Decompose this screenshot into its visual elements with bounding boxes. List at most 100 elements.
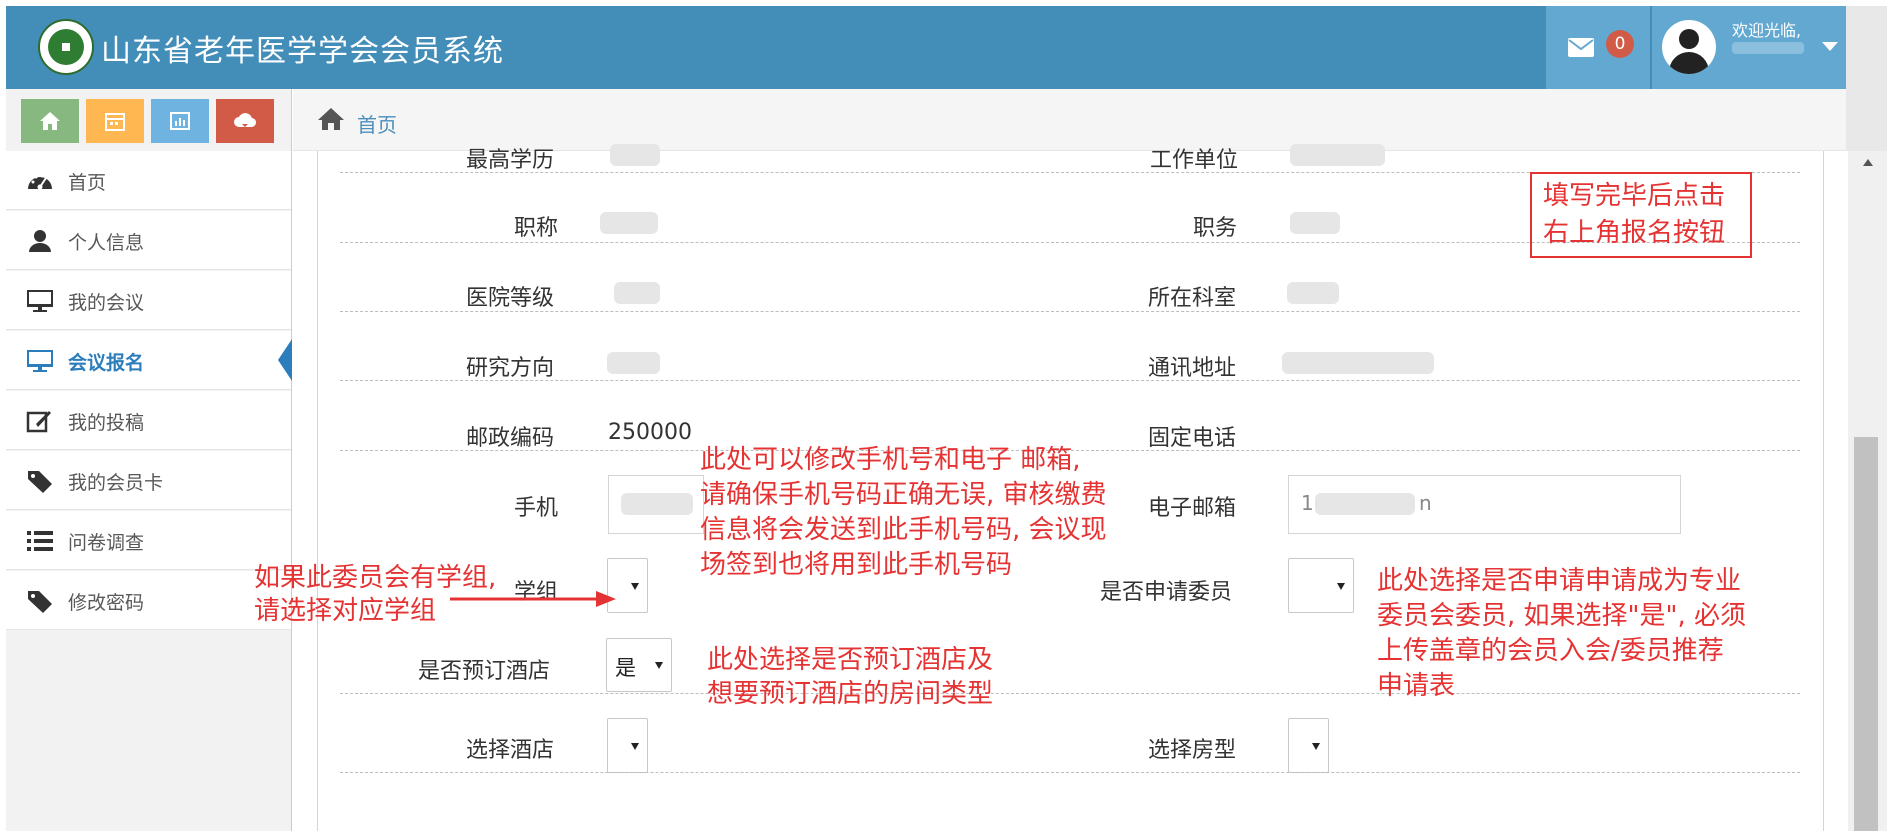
- shortcut-bar: [6, 89, 292, 151]
- edit-icon: [26, 411, 51, 433]
- address-label: 通讯地址: [1148, 356, 1237, 381]
- sidebar-item-label: 我的投稿: [68, 412, 145, 434]
- select-room-label: 选择房型: [1148, 738, 1237, 763]
- home-icon[interactable]: [317, 107, 345, 131]
- window-edge: [1846, 6, 1887, 151]
- sidebar-item-home[interactable]: 首页: [6, 151, 291, 210]
- group-hint-line2: 请选择对应学组: [254, 596, 437, 626]
- sidebar-item-change-password[interactable]: 修改密码: [6, 571, 291, 630]
- redacted-value: [1290, 144, 1385, 166]
- welcome-text: 欢迎光临,: [1732, 21, 1802, 40]
- chevron-down-icon: [1337, 582, 1345, 590]
- sidebar-item-profile[interactable]: 个人信息: [6, 211, 291, 270]
- username-redacted: [1732, 42, 1804, 54]
- sidebar-item-survey[interactable]: 问卷调查: [6, 511, 291, 570]
- society-logo: [38, 19, 94, 75]
- phone-hint-line1: 此处可以修改手机号和电子 邮箱,: [700, 445, 1081, 475]
- avatar: [1662, 20, 1716, 74]
- redacted-value: [610, 144, 660, 166]
- committee-hint-line4: 申请表: [1377, 671, 1456, 701]
- phone-hint-line2: 请确保手机号码正确无误, 审核缴费: [700, 480, 1107, 510]
- messages-button[interactable]: 0: [1546, 6, 1650, 89]
- chevron-down-icon: [631, 742, 639, 750]
- arrow-right-icon: [450, 591, 616, 607]
- phone-hint-line4: 场签到也将用到此手机号码: [700, 550, 1013, 580]
- sidebar-item-submissions[interactable]: 我的投稿: [6, 391, 291, 450]
- caret-down-icon[interactable]: [1822, 42, 1838, 51]
- committee-hint-line1: 此处选择是否申请申请成为专业: [1377, 566, 1742, 596]
- user-menu[interactable]: 欢迎光临,: [1652, 6, 1852, 89]
- breadcrumb-home-link[interactable]: 首页: [357, 109, 397, 138]
- sidebar: 首页 个人信息 我的会议 会议报名 我的投稿 我的会员卡 问卷调查 修改密码: [6, 151, 292, 831]
- position-label: 职务: [1193, 216, 1238, 241]
- redacted-value: [614, 282, 660, 304]
- sidebar-item-label: 问卷调查: [68, 532, 145, 554]
- chevron-down-icon: [655, 662, 663, 669]
- sidebar-item-label: 会议报名: [68, 352, 145, 374]
- email-label: 电子邮箱: [1148, 496, 1237, 521]
- shortcut-home-button[interactable]: [21, 99, 79, 143]
- select-room-select[interactable]: [1288, 718, 1329, 773]
- shortcut-calendar-button[interactable]: [86, 99, 144, 143]
- phone-hint-line3: 信息将会发送到此手机号码, 会议现: [700, 515, 1107, 545]
- chevron-down-icon: [631, 582, 639, 590]
- user-icon: [29, 230, 51, 252]
- redacted-value: [1290, 212, 1340, 234]
- book-hotel-select[interactable]: 是: [606, 638, 672, 692]
- row-divider: [340, 380, 1800, 381]
- shortcut-chart-button[interactable]: [151, 99, 209, 143]
- select-hotel-select[interactable]: [607, 718, 648, 773]
- chevron-down-icon: [1312, 742, 1320, 750]
- postal-code-label: 邮政编码: [466, 426, 555, 451]
- dashboard-icon: [28, 174, 52, 190]
- scroll-up-icon[interactable]: [1863, 159, 1873, 166]
- apply-committee-select[interactable]: [1288, 558, 1354, 613]
- sidebar-item-label: 我的会员卡: [68, 472, 164, 494]
- redacted-value: [1282, 352, 1434, 374]
- committee-hint-line3: 上传盖章的会员入会/委员推荐: [1377, 636, 1724, 666]
- chart-icon: [170, 112, 190, 130]
- envelope-icon: [1568, 38, 1594, 57]
- home-icon: [40, 112, 60, 130]
- hotel-hint-line2: 想要预订酒店的房间类型: [707, 679, 994, 709]
- redacted-value: [1287, 282, 1339, 304]
- redacted-value: [600, 212, 658, 234]
- hotel-hint-line1: 此处选择是否预订酒店及: [707, 645, 994, 675]
- postal-code-value: 250000: [608, 420, 692, 445]
- committee-hint-line2: 委员会委员, 如果选择"是", 必须: [1377, 601, 1746, 631]
- tag-icon: [28, 471, 52, 493]
- active-indicator: [278, 339, 292, 381]
- scrollbar[interactable]: [1848, 151, 1887, 831]
- sidebar-item-meeting-registration[interactable]: 会议报名: [6, 331, 292, 390]
- select-hotel-label: 选择酒店: [466, 738, 555, 763]
- email-input[interactable]: 1 n: [1288, 475, 1681, 534]
- cloud-download-icon: [234, 113, 257, 128]
- book-hotel-label: 是否预订酒店: [418, 659, 551, 684]
- redacted-value: [607, 352, 660, 374]
- mobile-input[interactable]: [608, 475, 704, 534]
- submit-hint-line1: 填写完毕后点击: [1543, 181, 1726, 211]
- department-label: 所在科室: [1148, 286, 1237, 311]
- sidebar-item-my-meetings[interactable]: 我的会议: [6, 271, 291, 330]
- sidebar-item-label: 个人信息: [68, 232, 145, 254]
- title-label: 职称: [514, 216, 559, 241]
- tag-icon: [28, 591, 52, 613]
- scroll-thumb[interactable]: [1854, 437, 1878, 831]
- row-divider: [340, 693, 1800, 694]
- shortcut-download-button[interactable]: [216, 99, 274, 143]
- top-navbar: 山东省老年医学学会会员系统 0 欢迎光临,: [6, 6, 1852, 89]
- redacted-value: [621, 493, 693, 515]
- list-icon: [27, 531, 53, 551]
- sidebar-item-member-card[interactable]: 我的会员卡: [6, 451, 291, 510]
- mobile-label: 手机: [514, 496, 559, 521]
- research-direction-label: 研究方向: [466, 356, 555, 381]
- redacted-value: [1315, 493, 1415, 515]
- sidebar-item-label: 我的会议: [68, 292, 145, 314]
- message-count-badge: 0: [1606, 30, 1634, 58]
- row-divider: [340, 772, 1800, 773]
- desktop-icon: [27, 350, 53, 372]
- landline-label: 固定电话: [1148, 426, 1237, 451]
- hospital-level-label: 医院等级: [466, 286, 555, 311]
- sidebar-item-label: 修改密码: [68, 592, 145, 614]
- apply-committee-label: 是否申请委员: [1100, 580, 1233, 605]
